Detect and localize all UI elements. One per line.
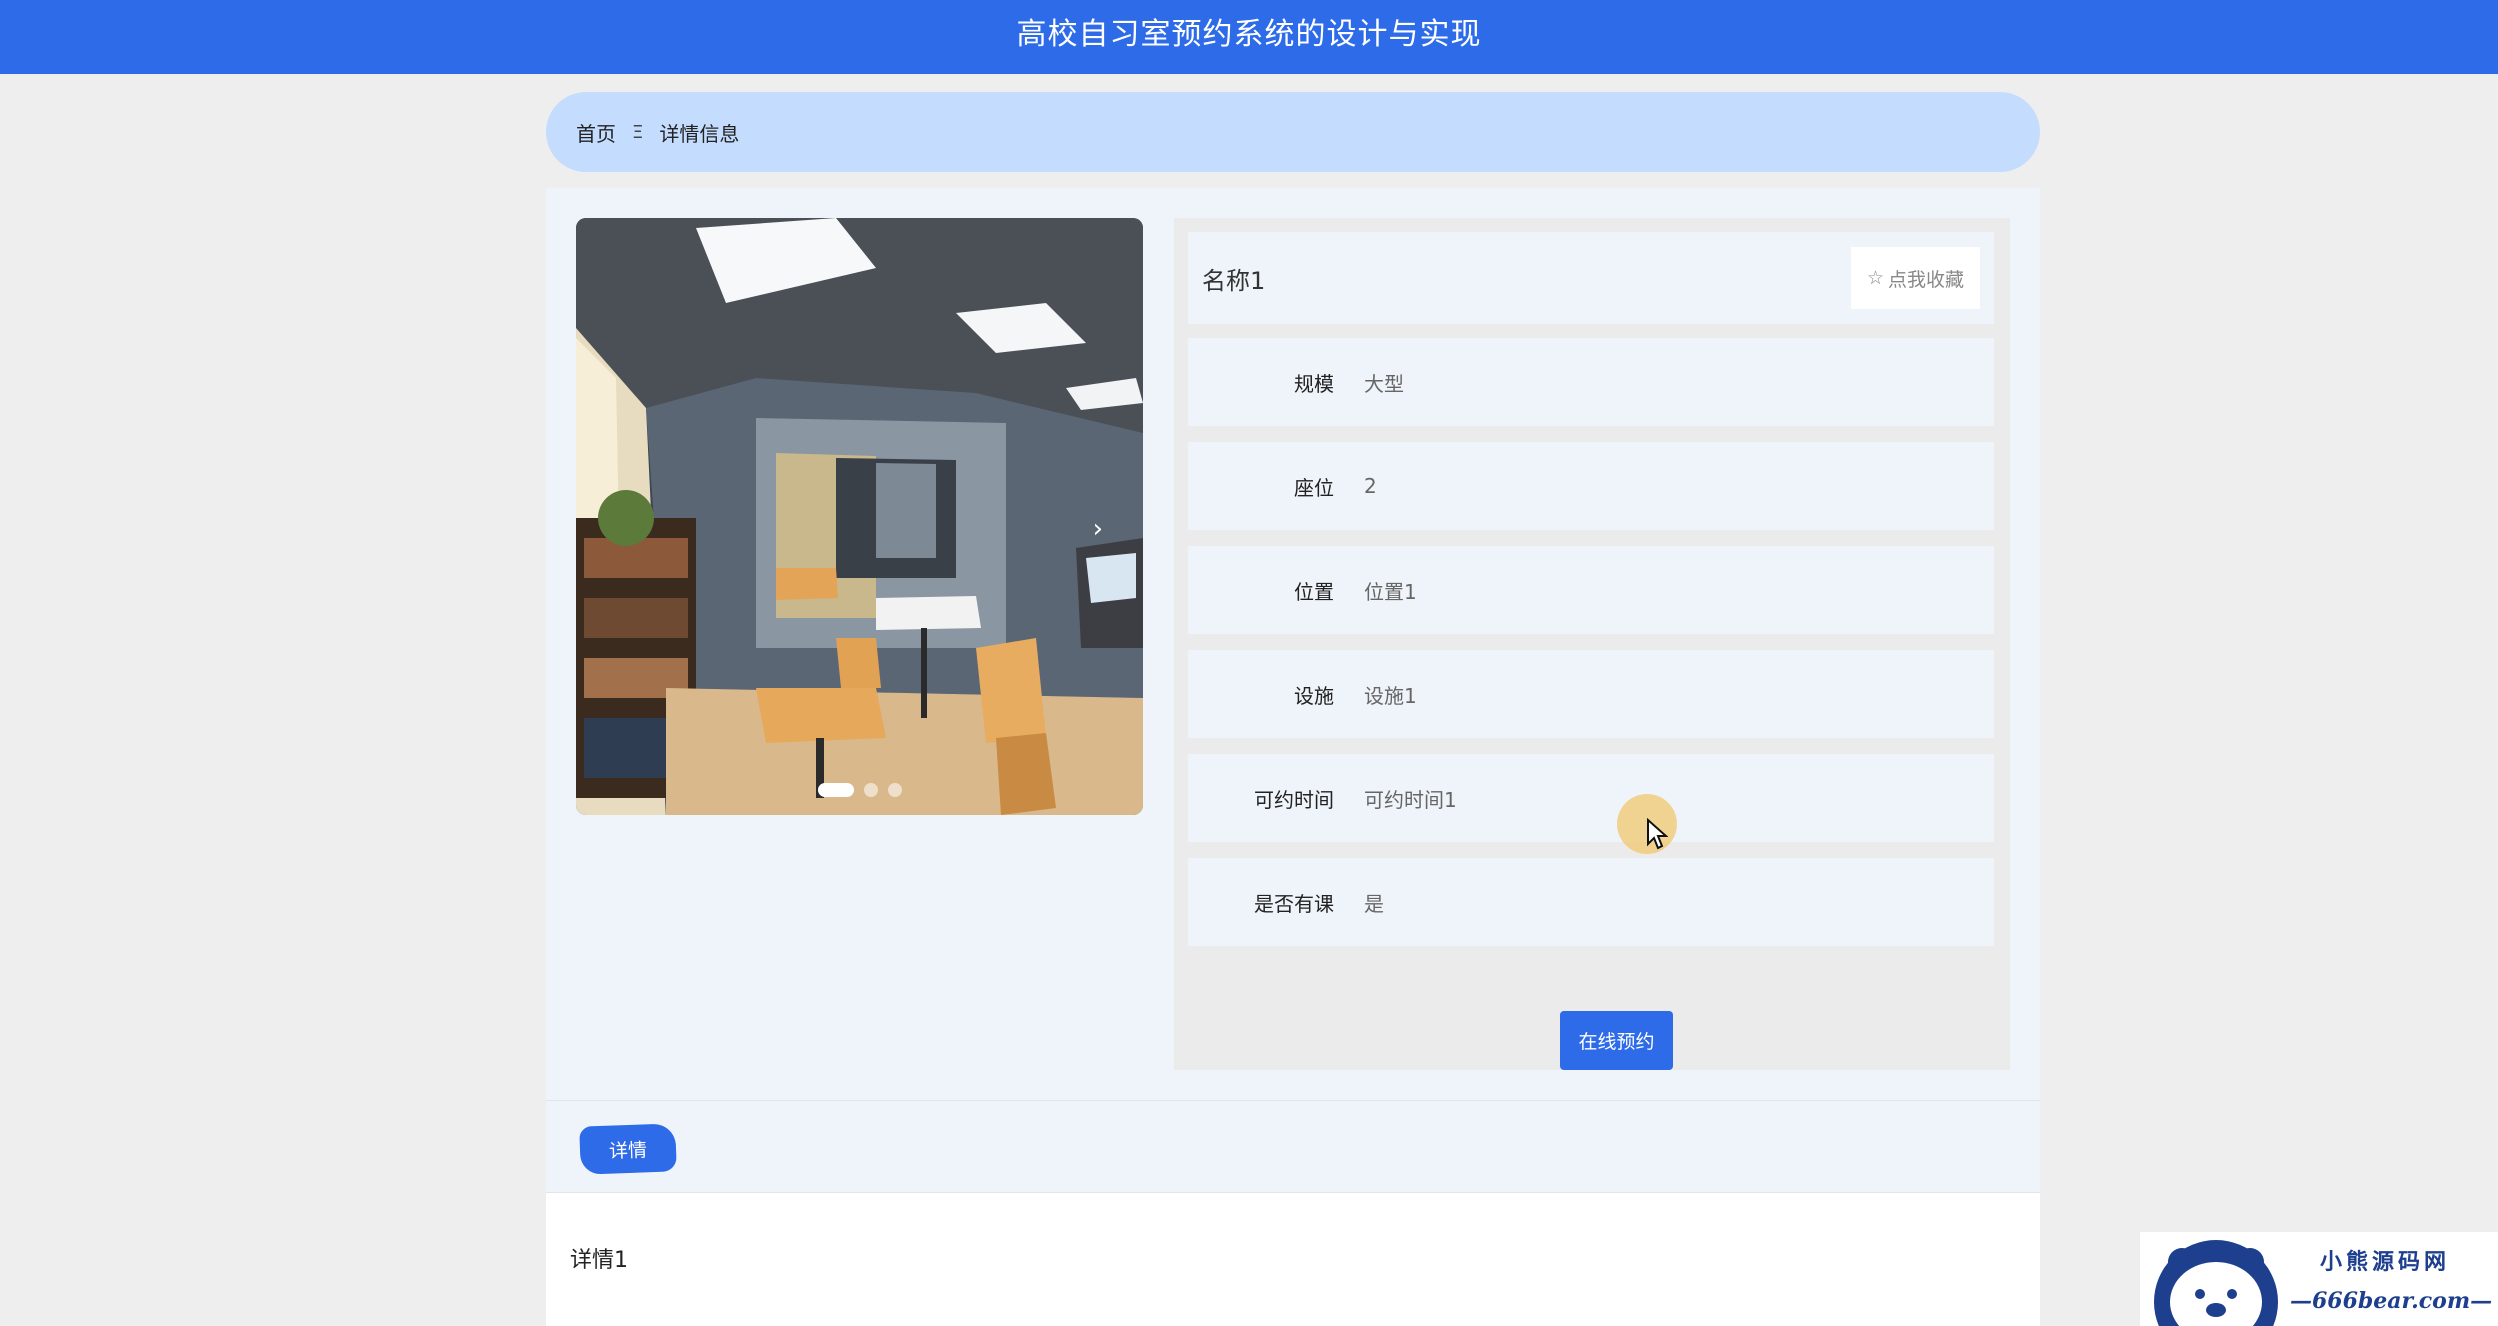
study-room-photo [576, 218, 1143, 815]
row-label: 位置 [1294, 579, 1334, 604]
tab-detail[interactable]: 详情 [579, 1123, 677, 1175]
bear-logo-icon [2154, 1240, 2278, 1326]
row-value: 是 [1364, 891, 1384, 916]
detail-row-has-class: 是否有课 是 [1188, 858, 1994, 946]
favorite-button[interactable]: ☆ 点我收藏 [1850, 247, 1980, 309]
image-carousel[interactable]: › [576, 218, 1143, 815]
carousel-indicators [576, 783, 1143, 797]
carousel-dot[interactable] [817, 783, 854, 797]
watermark-url: —666bear.com— [2290, 1288, 2493, 1314]
watermark: 小熊源码网 —666bear.com— [2140, 1232, 2498, 1326]
top-header: 高校自习室预约系统的设计与实现 [0, 0, 2498, 74]
carousel-dot[interactable] [887, 783, 902, 797]
row-label: 规模 [1294, 371, 1334, 396]
favorite-label: 点我收藏 [1887, 268, 1964, 291]
detail-section: 详情 详情1 [546, 1100, 2040, 1326]
mouse-cursor-icon [1647, 818, 1668, 850]
detail-content: 详情1 [570, 1248, 628, 1273]
breadcrumb-separator-icon: Ξ [632, 121, 644, 143]
detail-card: › 名称1 ☆ 点我收藏 规模 大型 座位 2 位置 位置1 设施 设施1 可约… [546, 188, 2040, 1100]
name-row: 名称1 ☆ 点我收藏 [1188, 232, 1994, 324]
breadcrumb-home-link[interactable]: 首页 [576, 118, 616, 147]
detail-row-scale: 规模 大型 [1188, 338, 1994, 426]
room-name: 名称1 [1202, 266, 1266, 295]
row-label: 可约时间 [1254, 787, 1334, 812]
info-panel: 名称1 ☆ 点我收藏 规模 大型 座位 2 位置 位置1 设施 设施1 可约时间… [1174, 218, 2010, 1070]
row-label: 是否有课 [1254, 891, 1334, 916]
star-icon: ☆ [1866, 267, 1884, 289]
breadcrumb: 首页 Ξ 详情信息 [546, 92, 2040, 172]
row-label: 座位 [1294, 475, 1334, 500]
tab-bar: 详情 [546, 1100, 2040, 1193]
breadcrumb-current: 详情信息 [659, 121, 740, 146]
row-value: 位置1 [1364, 579, 1417, 604]
book-online-button[interactable]: 在线预约 [1560, 1011, 1673, 1070]
site-title: 高校自习室预约系统的设计与实现 [1016, 17, 1482, 52]
detail-row-seats: 座位 2 [1188, 442, 1994, 530]
carousel-next-icon[interactable]: › [1093, 516, 1103, 542]
detail-row-location: 位置 位置1 [1188, 546, 1994, 634]
detail-row-available-time: 可约时间 可约时间1 [1188, 754, 1994, 842]
carousel-dot[interactable] [863, 783, 878, 797]
row-value: 大型 [1364, 371, 1404, 396]
detail-row-facilities: 设施 设施1 [1188, 650, 1994, 738]
row-value: 可约时间1 [1364, 787, 1457, 812]
row-value: 2 [1364, 474, 1377, 498]
row-value: 设施1 [1364, 683, 1417, 708]
row-label: 设施 [1294, 683, 1334, 708]
watermark-title: 小熊源码网 [2320, 1250, 2451, 1275]
